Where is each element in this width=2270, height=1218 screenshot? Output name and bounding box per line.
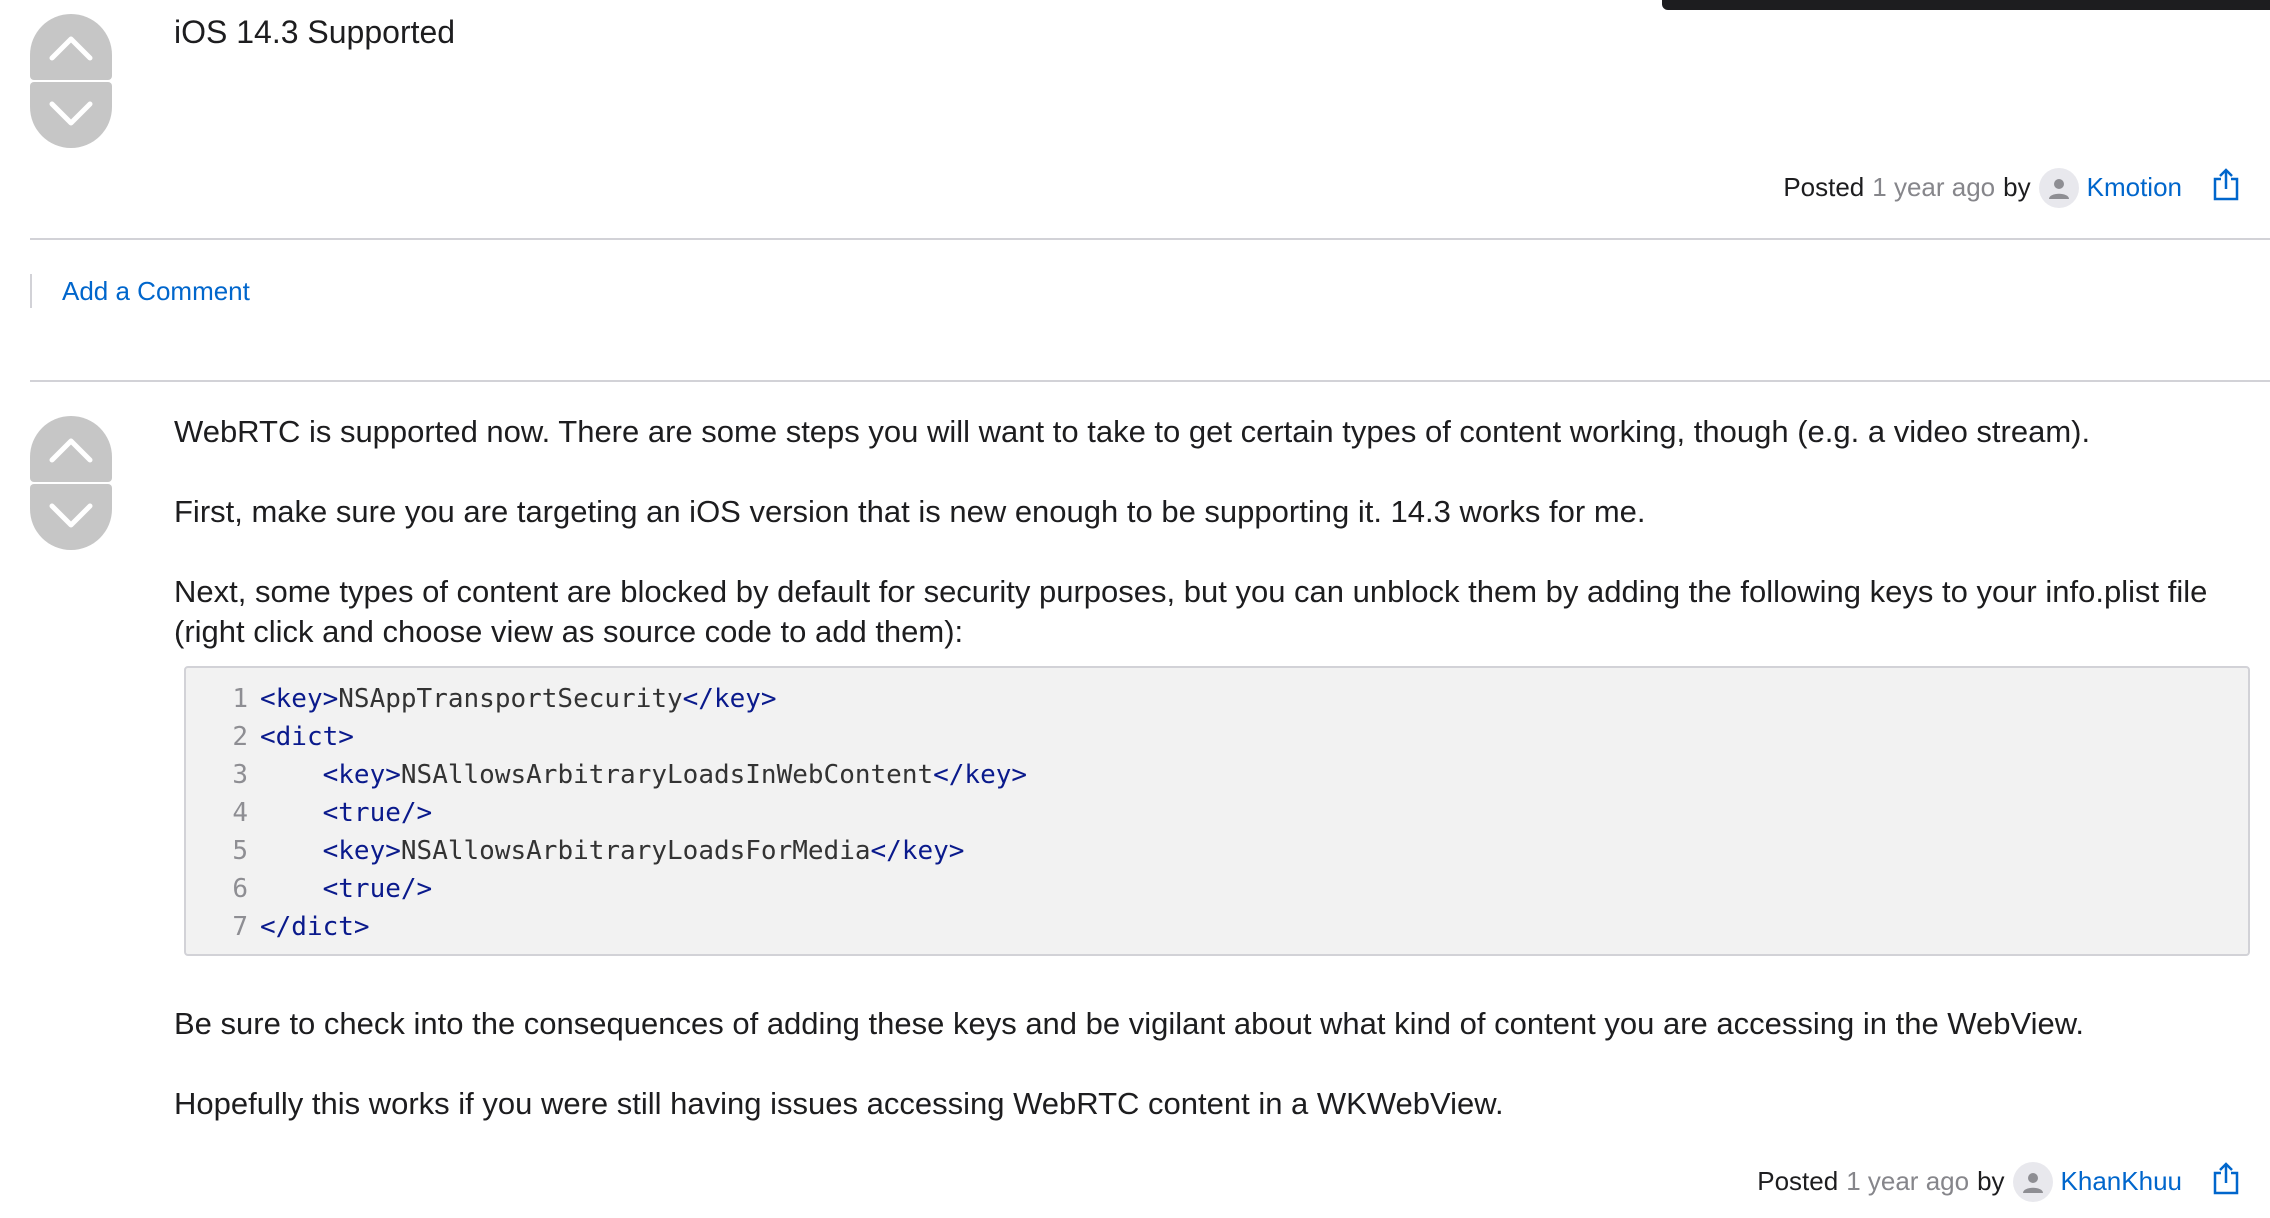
by-label: by — [2003, 172, 2031, 202]
code-tag: </key> — [682, 684, 777, 714]
divider — [30, 380, 2270, 382]
answer-paragraph: First, make sure you are targeting an iO… — [174, 494, 1646, 529]
by-label: by — [1977, 1166, 2005, 1196]
line-number: 5 — [232, 836, 248, 866]
posted-time: 1 year ago — [1872, 172, 1996, 202]
code-tag: <true/> — [322, 798, 433, 828]
chevron-up-icon — [49, 438, 93, 463]
code-tag: <key> — [322, 760, 401, 790]
answer-paragraph: WebRTC is supported now. There are some … — [174, 414, 2091, 449]
code-tag: <dict> — [260, 722, 354, 752]
line-number: 2 — [232, 722, 248, 752]
posted-time: 1 year ago — [1846, 1166, 1970, 1196]
code-tag: </dict> — [260, 912, 370, 942]
line-number: 6 — [232, 874, 248, 904]
share-button[interactable] — [2212, 167, 2240, 208]
code-line: 5 <key>NSAllowsArbitraryLoadsForMedia</k… — [186, 832, 964, 870]
code-tag: </key> — [870, 836, 965, 866]
question-title: iOS 14.3 Supported — [174, 14, 456, 50]
code-line: 3 <key>NSAllowsArbitraryLoadsInWebConten… — [186, 756, 1027, 794]
add-comment-link[interactable]: Add a Comment — [30, 274, 250, 308]
avatar — [2012, 1161, 2053, 1202]
question-vote-control — [30, 14, 112, 148]
code-tag: <true/> — [322, 874, 433, 904]
answer-vote-control — [30, 416, 112, 550]
answer-paragraph: Next, some types of content are blocked … — [174, 574, 2208, 649]
avatar — [2038, 167, 2079, 208]
downvote-button[interactable] — [30, 484, 112, 550]
posted-label: Posted — [1757, 1166, 1839, 1196]
line-number: 7 — [232, 912, 248, 942]
code-text: NSAllowsArbitraryLoadsForMedia — [400, 836, 871, 866]
code-block: 1 <key>NSAppTransportSecurity</key> 2 <dic… — [184, 666, 2250, 956]
line-number: 1 — [232, 684, 248, 714]
answer-paragraph: Hopefully this works if you were still h… — [174, 1086, 1504, 1121]
user-icon — [2048, 178, 2069, 199]
share-icon — [2213, 1162, 2239, 1195]
divider — [30, 238, 2270, 240]
chevron-up-icon — [49, 36, 93, 61]
code-tag: </key> — [933, 760, 1028, 790]
chevron-down-icon — [49, 503, 93, 528]
code-line: 2 <dict> — [186, 718, 354, 756]
code-line: 7 </dict> — [186, 908, 370, 946]
code-tag: <key> — [322, 836, 401, 866]
code-tag: <key> — [260, 684, 339, 714]
share-icon — [2213, 168, 2239, 201]
code-line: 4 <true/> — [186, 794, 432, 832]
share-button[interactable] — [2212, 1161, 2240, 1202]
code-line: 1 <key>NSAppTransportSecurity</key> — [186, 680, 777, 718]
answer-paragraph: Be sure to check into the consequences o… — [174, 1006, 2085, 1041]
posted-label: Posted — [1783, 172, 1865, 202]
upvote-button[interactable] — [30, 416, 112, 482]
code-text: NSAppTransportSecurity — [338, 684, 683, 714]
question-posted-info: Posted 1 year ago by Kmotion — [1783, 167, 2240, 208]
upvote-button[interactable] — [30, 14, 112, 80]
answer-posted-info: Posted 1 year ago by KhanKhuu — [1757, 1161, 2240, 1202]
code-line: 6 <true/> — [186, 870, 432, 908]
line-number: 4 — [232, 798, 248, 828]
downvote-button[interactable] — [30, 82, 112, 148]
line-number: 3 — [232, 760, 248, 790]
user-icon — [2022, 1172, 2043, 1193]
chevron-down-icon — [49, 101, 93, 126]
author-link[interactable]: KhanKhuu — [2061, 1166, 2182, 1197]
code-text: NSAllowsArbitraryLoadsInWebContent — [400, 760, 934, 790]
top-overlay-bar — [1662, 0, 2270, 10]
author-link[interactable]: Kmotion — [2087, 172, 2182, 203]
